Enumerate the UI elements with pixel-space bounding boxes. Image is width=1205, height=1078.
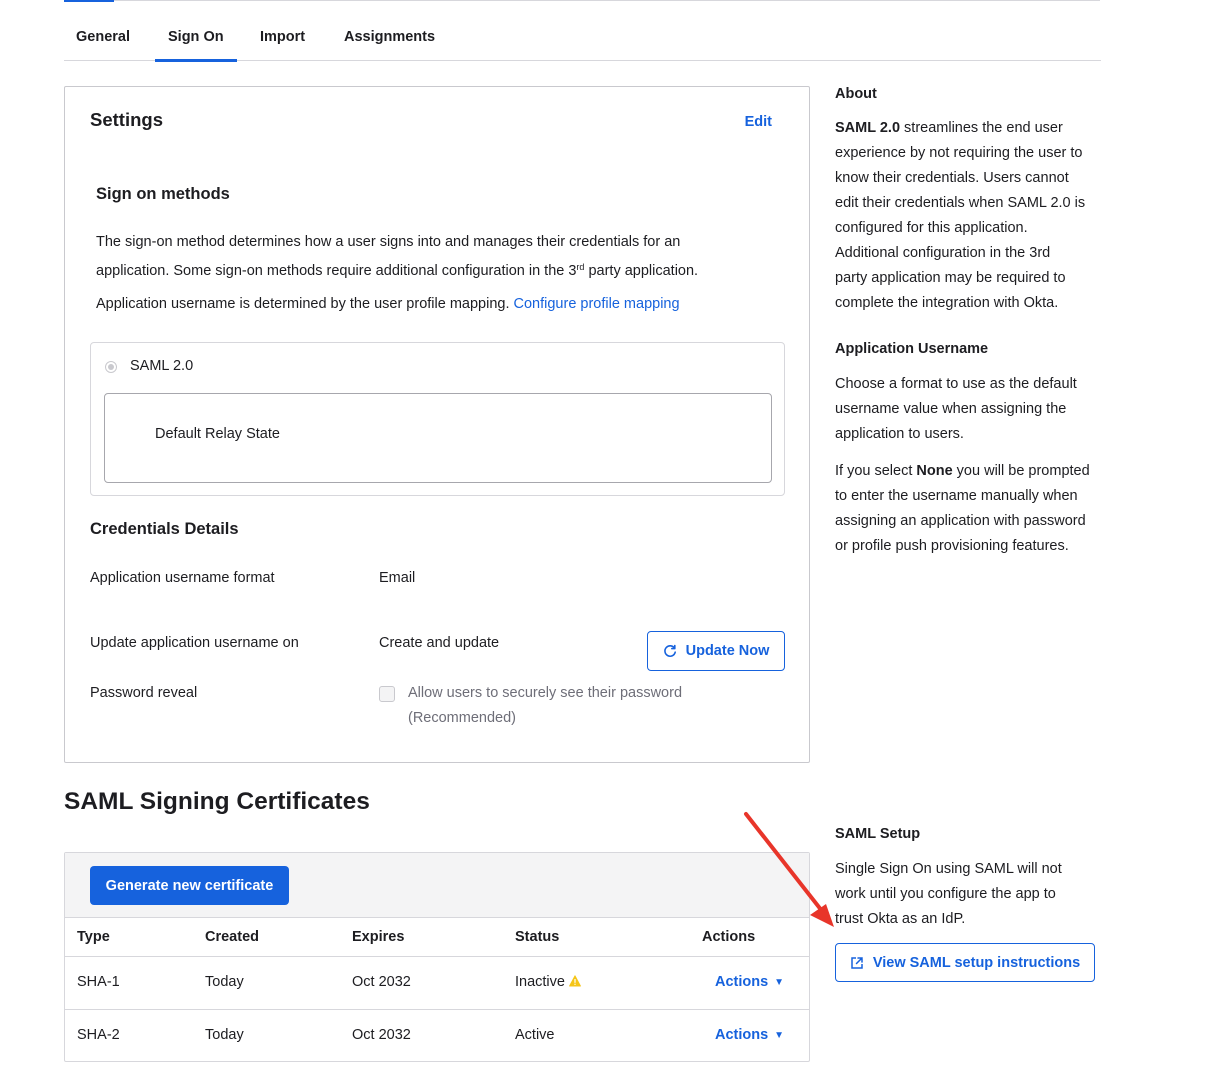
about-title: About	[835, 86, 877, 102]
note-text: or profile push provisioning features.	[835, 538, 1069, 554]
about-line: complete the integration with Okta.	[835, 295, 1059, 311]
desc-line-1: The sign-on method determines how a user…	[96, 234, 681, 250]
generate-certificate-button[interactable]: Generate new certificate	[90, 866, 289, 905]
refresh-icon	[663, 644, 676, 657]
cell-expires: Oct 2032	[352, 1027, 411, 1043]
settings-title: Settings	[90, 109, 163, 130]
warning-icon	[569, 975, 581, 987]
column-header-created: Created	[205, 929, 259, 945]
certificates-toolbar: Generate new certificate	[65, 853, 809, 918]
update-now-label: Update Now	[685, 643, 770, 659]
update-on-label: Update application username on	[90, 635, 299, 651]
password-reveal-option-line2: (Recommended)	[408, 710, 516, 726]
desc-line-2-end: party application.	[584, 263, 699, 279]
note-bold: None	[916, 463, 953, 479]
cell-status: Active	[515, 1027, 555, 1043]
cell-status: Inactive	[515, 974, 581, 990]
column-header-status: Status	[515, 929, 560, 945]
note-text: assigning an application with password	[835, 513, 1086, 529]
tab-import[interactable]: Import	[260, 20, 305, 61]
view-saml-instructions-label: View SAML setup instructions	[872, 954, 1081, 971]
certificates-table: Generate new certificate Type Created Ex…	[64, 852, 810, 1062]
cell-created: Today	[205, 1027, 244, 1043]
table-row: SHA-2 Today Oct 2032 Active Actions ▼	[65, 1010, 809, 1063]
sign-on-method-box: SAML 2.0 Default Relay State	[90, 342, 785, 496]
note-text: to enter the username manually when	[835, 488, 1078, 504]
cell-type: SHA-1	[77, 974, 120, 990]
password-reveal-option: Allow users to securely see their passwo…	[408, 681, 682, 731]
password-reveal-label: Password reveal	[90, 685, 198, 701]
about-line: configured for this application.	[835, 220, 1028, 236]
about-saml-bold: SAML 2.0	[835, 120, 901, 136]
about-text: SAML 2.0 streamlines the end user experi…	[835, 116, 1105, 316]
certificates-title: SAML Signing Certificates	[64, 788, 370, 815]
column-header-actions: Actions	[702, 929, 756, 945]
about-line: streamlines the end user	[900, 120, 1063, 136]
caret-down-icon: ▼	[774, 977, 785, 988]
status-text: Inactive	[515, 974, 565, 990]
update-on-value: Create and update	[379, 635, 500, 651]
cell-expires: Oct 2032	[352, 974, 411, 990]
saml-radio-label: SAML 2.0	[130, 358, 194, 374]
cell-created: Today	[205, 974, 244, 990]
top-divider	[114, 0, 1100, 1]
app-username-line: Choose a format to use as the default	[835, 376, 1077, 392]
configure-profile-mapping-link[interactable]: Configure profile mapping	[514, 296, 680, 312]
tab-general[interactable]: General	[76, 20, 130, 61]
password-reveal-checkbox[interactable]	[379, 686, 395, 702]
view-saml-instructions-button[interactable]: View SAML setup instructions	[835, 943, 1095, 982]
username-format-value: Email	[379, 570, 416, 586]
top-tab-indicator	[64, 0, 114, 2]
username-note-text: Application username is determined by th…	[96, 296, 514, 312]
tab-sign-on[interactable]: Sign On	[155, 20, 237, 62]
update-now-button[interactable]: Update Now	[647, 631, 785, 671]
tab-assignments[interactable]: Assignments	[344, 20, 435, 61]
about-line: know their credentials. Users cannot	[835, 170, 1069, 186]
about-line: party application may be required to	[835, 270, 1066, 286]
app-username-line: application to users.	[835, 426, 964, 442]
relay-state-label: Default Relay State	[155, 426, 280, 442]
desc-line-2: application. Some sign-on methods requir…	[96, 263, 577, 279]
actions-dropdown[interactable]: Actions ▼	[715, 974, 784, 990]
password-reveal-option-line1: Allow users to securely see their passwo…	[408, 685, 683, 701]
table-header: Type Created Expires Status Actions	[65, 918, 809, 957]
tab-bar: General Sign On Import Assignments	[64, 20, 1101, 62]
settings-card: Settings Edit Sign on methods The sign-o…	[64, 86, 810, 763]
actions-label: Actions	[715, 974, 769, 990]
saml-setup-line: work until you configure the app to	[835, 886, 1056, 902]
saml-setup-title: SAML Setup	[835, 826, 921, 842]
app-username-line: username value when assigning the	[835, 401, 1067, 417]
about-line: edit their credentials when SAML 2.0 is	[835, 195, 1086, 211]
sign-on-description: The sign-on method determines how a user…	[96, 230, 698, 284]
username-note: Application username is determined by th…	[96, 292, 680, 317]
sign-on-methods-title: Sign on methods	[96, 185, 230, 203]
note-text: you will be prompted	[952, 463, 1090, 479]
external-link-icon	[851, 956, 863, 969]
column-header-expires: Expires	[352, 929, 405, 945]
about-line: experience by not requiring the user to	[835, 145, 1083, 161]
actions-label: Actions	[715, 1027, 769, 1043]
relay-state-box: Default Relay State	[104, 393, 772, 483]
table-row: SHA-1 Today Oct 2032 Inactive Actions ▼	[65, 957, 809, 1010]
caret-down-icon: ▼	[774, 1030, 785, 1041]
edit-link[interactable]: Edit	[745, 114, 772, 130]
saml-setup-line: trust Okta as an IdP.	[835, 911, 966, 927]
app-username-note: If you select None you will be prompted …	[835, 459, 1105, 559]
app-username-text: Choose a format to use as the default us…	[835, 372, 1105, 447]
about-line: Additional configuration in the 3rd	[835, 245, 1051, 261]
actions-dropdown[interactable]: Actions ▼	[715, 1027, 784, 1043]
note-text: If you select	[835, 463, 917, 479]
cell-type: SHA-2	[77, 1027, 120, 1043]
saml-setup-text: Single Sign On using SAML will not work …	[835, 857, 1105, 932]
username-format-label: Application username format	[90, 570, 275, 586]
app-username-title: Application Username	[835, 341, 989, 357]
credentials-title: Credentials Details	[90, 520, 239, 538]
column-header-type: Type	[77, 929, 110, 945]
saml-setup-line: Single Sign On using SAML will not	[835, 861, 1062, 877]
saml-radio[interactable]	[105, 361, 117, 373]
